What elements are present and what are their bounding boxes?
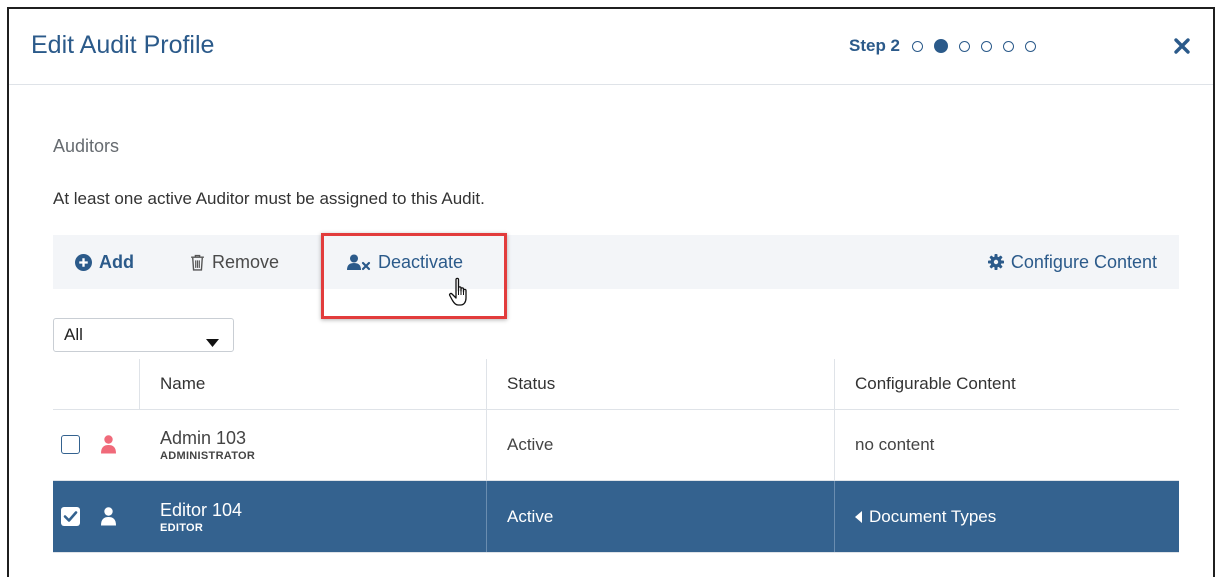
auditor-name: Admin 103 — [160, 428, 247, 448]
add-label: Add — [99, 251, 134, 272]
section-description: At least one active Auditor must be assi… — [53, 189, 485, 208]
hand-cursor-icon — [448, 277, 474, 314]
name-cell: Admin 103 ADMINISTRATOR — [139, 410, 486, 480]
auditor-name: Editor 104 — [160, 499, 243, 520]
status-cell: Active — [507, 506, 554, 526]
name-cell: Editor 104 EDITOR — [139, 481, 486, 552]
auditor-role: ADMINISTRATOR — [160, 450, 256, 462]
caret-down-icon — [206, 332, 219, 352]
row-checkbox[interactable] — [61, 435, 80, 454]
step-dot-6 — [1025, 40, 1037, 52]
remove-label: Remove — [212, 251, 280, 272]
configure-content-button[interactable]: Configure Content — [987, 235, 1157, 289]
close-button[interactable] — [1172, 36, 1192, 56]
trash-icon — [190, 254, 205, 271]
user-icon — [101, 507, 116, 531]
auditors-table: Name Status Configurable Content Admin 1… — [53, 359, 1179, 553]
add-button[interactable]: Add — [75, 235, 134, 289]
status-cell: Active — [507, 435, 554, 454]
configure-content-label: Configure Content — [1010, 251, 1157, 272]
plus-circle-icon — [75, 253, 92, 271]
checkmark-icon — [63, 511, 78, 522]
dialog-header: Edit Audit Profile Step 2 — [9, 9, 1213, 85]
dialog-title: Edit Audit Profile — [31, 31, 215, 59]
close-icon — [1174, 38, 1190, 54]
remove-button[interactable]: Remove — [190, 235, 279, 289]
auditor-role: EDITOR — [160, 521, 204, 534]
edit-audit-profile-dialog: Edit Audit Profile Step 2 Auditors At le… — [7, 7, 1215, 577]
column-header-status[interactable]: Status — [486, 359, 834, 409]
status-filter-select[interactable]: All — [53, 318, 234, 352]
step-label: Step 2 — [849, 36, 901, 55]
step-dot-4 — [981, 40, 993, 52]
table-row[interactable]: Admin 103 ADMINISTRATOR Active no conten… — [53, 410, 1179, 481]
step-dot-2-active — [934, 39, 949, 53]
filter-selected-value: All — [64, 325, 83, 344]
user-icon — [101, 435, 116, 459]
configurable-content-cell: no content — [855, 435, 935, 454]
column-header-name[interactable]: Name — [139, 359, 486, 409]
configurable-content-value: Document Types — [869, 506, 997, 526]
column-header-configurable-content[interactable]: Configurable Content — [834, 359, 1179, 409]
section-title: Auditors — [53, 136, 120, 156]
configurable-content-cell[interactable]: Document Types — [834, 481, 1179, 552]
auditors-toolbar: Add Remove Deactivate Configure Content — [53, 235, 1179, 289]
step-indicator: Step 2 — [849, 36, 1047, 56]
step-dot-1 — [912, 40, 924, 52]
step-dot-3 — [959, 40, 971, 52]
table-header-row: Name Status Configurable Content — [53, 359, 1179, 410]
table-row-selected[interactable]: Editor 104 EDITOR Active Document Types — [53, 481, 1179, 553]
step-dot-5 — [1003, 40, 1015, 52]
row-checkbox-checked[interactable] — [61, 507, 80, 526]
caret-left-icon — [855, 510, 862, 523]
deactivate-highlight-box — [321, 233, 507, 319]
gear-icon — [987, 254, 1004, 270]
